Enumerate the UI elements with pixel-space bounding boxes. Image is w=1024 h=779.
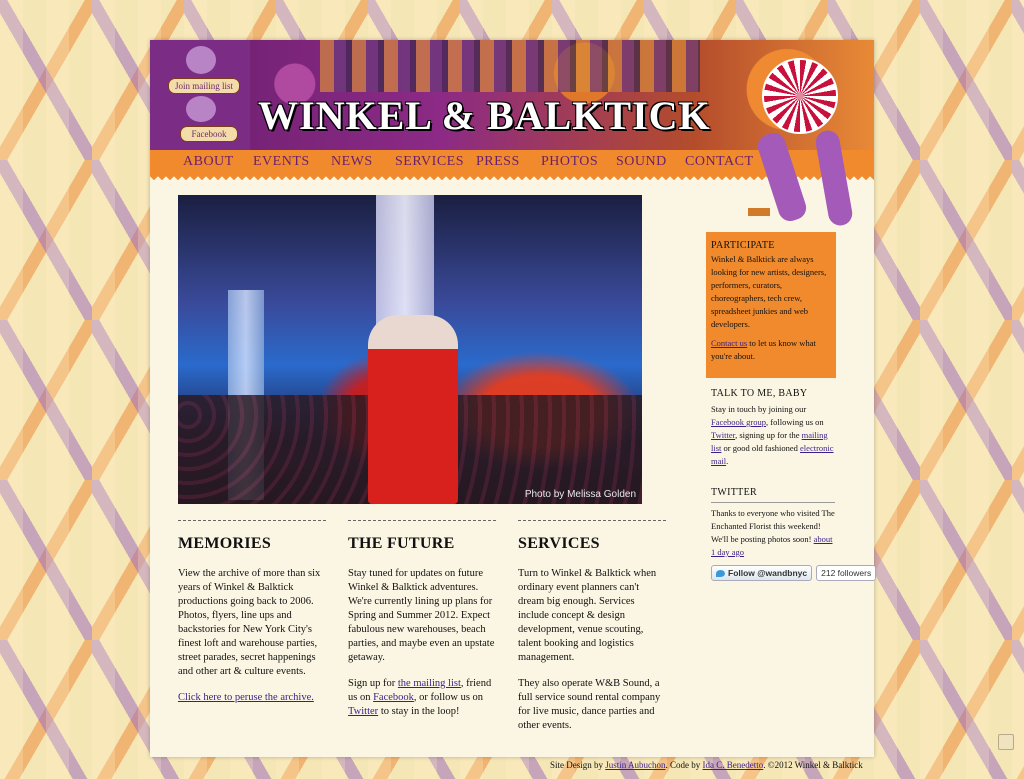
nav-contact[interactable]: CONTACT [685,154,754,170]
future-signup-text: Sign up for the mailing list, friend us … [348,678,492,717]
divider [178,520,326,521]
page-container: Join mailing list Facebook WINKEL & BALK… [150,40,877,757]
participate-text: Winkel & Balktick are always looking for… [711,254,827,329]
twitter-divider [711,502,835,503]
participate-heading: PARTICIPATE [711,240,775,251]
services-heading: SERVICES [518,535,600,552]
divider [518,520,666,521]
memories-heading: MEMORIES [178,535,272,552]
memories-text: View the archive of more than six years … [178,568,321,677]
mailing-list-link[interactable]: the mailing list [398,678,461,689]
cherub-illustration [186,46,216,74]
join-mailing-list-button[interactable]: Join mailing list [168,78,240,94]
nav-photos[interactable]: PHOTOS [541,154,598,170]
scroll-top-icon[interactable] [998,734,1014,750]
designer-link[interactable]: Justin Aubuchon [605,760,665,770]
twitter-heading: TWITTER [711,487,757,498]
nav-services[interactable]: SERVICES [395,154,464,170]
memories-column: MEMORIES View the archive of more than s… [178,520,326,717]
twitter-follow-widget: Follow @wandbnyc 212 followers [711,565,877,581]
talk-heading: TALK TO ME, BABY [711,388,808,399]
future-text: Stay tuned for updates on future Winkel … [348,568,495,663]
crowd-illustration [320,40,700,92]
future-heading: THE FUTURE [348,535,455,552]
nav-zigzag-border [150,174,874,180]
twitter-link-sidebar[interactable]: Twitter [711,430,735,440]
header-banner: Join mailing list Facebook WINKEL & BALK… [150,40,874,150]
photo-credit: Photo by Melissa Golden [524,489,636,500]
talk-section: TALK TO ME, BABY Stay in touch by joinin… [711,388,835,468]
facebook-button[interactable]: Facebook [180,126,238,142]
divider [348,520,496,521]
talk-text: Stay in touch by joining our Facebook gr… [711,404,834,466]
facebook-group-link[interactable]: Facebook group [711,417,766,427]
nav-events[interactable]: EVENTS [253,154,310,170]
participate-contact-text: Contact us to let us know what you're ab… [711,338,816,361]
follow-button[interactable]: Follow @wandbnyc [711,565,813,581]
tweet-text: Thanks to everyone who visited The Encha… [711,508,835,557]
services-sound-text: They also operate W&B Sound, a full serv… [518,678,661,731]
hero-photo: Photo by Melissa Golden [178,195,642,504]
header-left-panel: Join mailing list Facebook [150,40,250,150]
services-text: Turn to Winkel & Balktick when ordinary … [518,568,657,663]
ornament-divider [738,208,780,216]
nav-sound[interactable]: SOUND [616,154,667,170]
twitter-link[interactable]: Twitter [348,706,378,717]
pinwheel-illustration [762,58,838,134]
archive-link[interactable]: Click here to peruse the archive. [178,692,314,703]
twitter-section: TWITTER Thanks to everyone who visited T… [711,487,835,559]
footer-credits: Site Design by Justin Aubuchon. Code by … [550,760,863,770]
followers-count[interactable]: 212 followers [816,565,877,581]
cherub-illustration-2 [186,96,216,122]
contact-us-link[interactable]: Contact us [711,338,747,348]
nav-about[interactable]: ABOUT [183,154,234,170]
twitter-bird-icon [716,569,725,577]
future-column: THE FUTURE Stay tuned for updates on fut… [348,520,496,731]
participate-box: PARTICIPATE Winkel & Balktick are always… [706,232,836,378]
nav-press[interactable]: PRESS [476,154,520,170]
services-column: SERVICES Turn to Winkel & Balktick when … [518,520,666,745]
photo-performer [368,315,458,504]
nav-news[interactable]: NEWS [331,154,373,170]
facebook-link[interactable]: Facebook [373,692,414,703]
site-logo[interactable]: WINKEL & BALKTICK [258,92,758,140]
coder-link[interactable]: Ida C. Benedetto [703,760,764,770]
